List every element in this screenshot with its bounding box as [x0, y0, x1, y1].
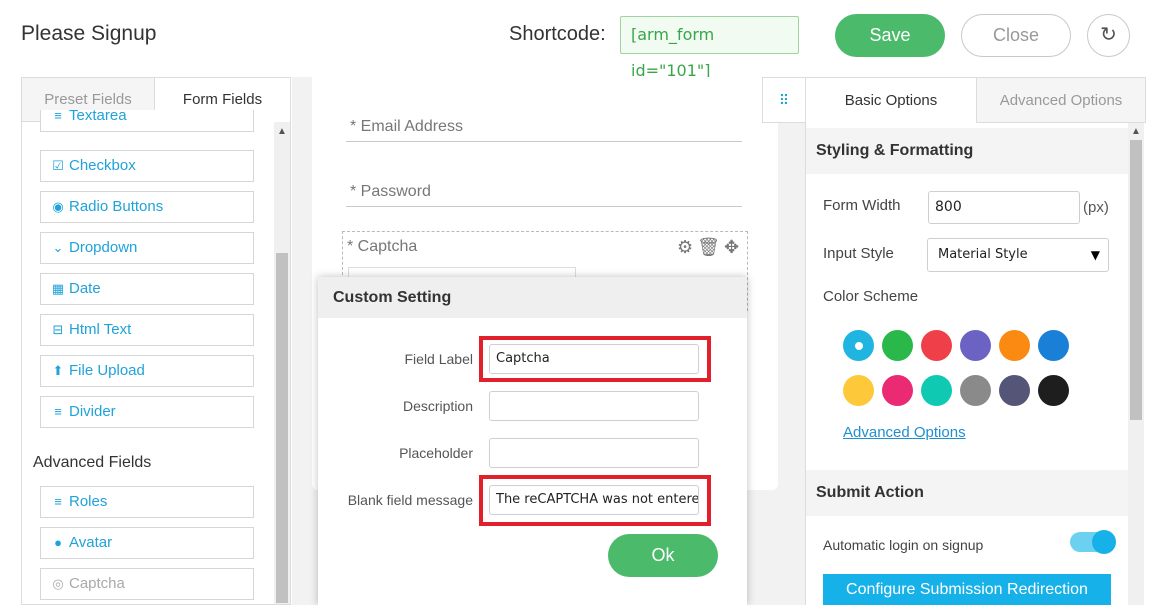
auto-login-label: Automatic login on signup [823, 537, 984, 553]
color-swatch[interactable] [882, 375, 913, 406]
color-swatch[interactable] [1038, 330, 1069, 361]
placeholder-label: Placeholder [399, 445, 473, 461]
selected-swatch-indicator [855, 342, 863, 350]
description-label: Description [402, 398, 473, 414]
shortcode-field[interactable]: [arm_form id="101"] [620, 16, 799, 80]
field-file-upload[interactable]: ⬆ File Upload [40, 355, 254, 387]
styling-heading: Styling & Formatting [806, 128, 1128, 174]
input-style-select[interactable]: Material Style ▼ [927, 238, 1109, 272]
placeholder-input[interactable] [489, 438, 699, 468]
password-underline [346, 206, 742, 207]
color-swatch[interactable] [921, 375, 952, 406]
color-scheme-label: Color Scheme [823, 288, 919, 305]
submit-action-heading: Submit Action [806, 470, 1128, 516]
description-input[interactable] [489, 391, 699, 421]
calendar-icon: ▦ [51, 281, 65, 296]
color-swatch[interactable] [960, 375, 991, 406]
tab-basic-options[interactable]: Basic Options [806, 77, 976, 123]
options-panel: Basic Options Advanced Options Styling &… [805, 77, 1146, 605]
field-avatar[interactable]: ● Avatar [40, 527, 254, 559]
avatar-icon: ● [54, 535, 62, 550]
panel-toggle-handle[interactable]: ⠿ [762, 77, 805, 123]
captcha-icon: ◎ [52, 576, 64, 591]
right-scrollbar-thumb[interactable] [1130, 140, 1142, 420]
ok-button[interactable]: Ok [608, 534, 718, 577]
upload-icon: ⬆ [52, 363, 64, 378]
page-title: Please Signup [21, 22, 157, 45]
field-divider[interactable]: ≡ Divider [40, 396, 254, 428]
fields-panel: Preset Fields Form Fields ≡ Textarea ☑ Che… [21, 77, 291, 605]
auto-login-toggle[interactable] [1070, 530, 1116, 554]
configure-redirection-button[interactable]: Configure Submission Redirection [823, 574, 1111, 605]
advanced-fields-heading: Advanced Fields [33, 454, 152, 471]
color-swatch[interactable] [1038, 375, 1069, 406]
reset-icon: ↻ [1100, 24, 1117, 46]
field-captcha[interactable]: ◎ Captcha [40, 568, 254, 600]
color-swatch[interactable] [999, 375, 1030, 406]
form-width-label: Form Width [823, 197, 901, 214]
custom-setting-popup: Custom Setting Field Label Captcha Descr… [318, 277, 747, 605]
textarea-icon: ≡ [54, 108, 62, 123]
field-radio-buttons[interactable]: ◉ Radio Buttons [40, 191, 254, 223]
email-underline [346, 141, 742, 142]
field-action-icons[interactable]: ⚙🗑✥ [677, 237, 743, 257]
roles-icon: ≡ [54, 494, 62, 509]
field-date[interactable]: ▦ Date [40, 273, 254, 305]
field-label-label: Field Label [404, 351, 474, 367]
form-width-unit: (px) [1083, 199, 1109, 216]
checkbox-icon: ☑ [52, 158, 64, 173]
field-html-text[interactable]: ⊟ Html Text [40, 314, 254, 346]
input-style-value: Material Style [938, 247, 1028, 262]
captcha-field-label: * Captcha [347, 238, 418, 255]
caret-down-icon: ▼ [1090, 248, 1100, 262]
field-dropdown[interactable]: ⌄ Dropdown [40, 232, 254, 264]
field-roles[interactable]: ≡ Roles [40, 486, 254, 518]
close-button[interactable]: Close [961, 14, 1071, 57]
color-swatch[interactable] [921, 330, 952, 361]
email-field-label[interactable]: * Email Address [350, 118, 463, 136]
shortcode-label: Shortcode: [509, 23, 606, 45]
drag-handle-icon: ⠿ [778, 92, 790, 108]
chevron-down-icon: ⌄ [52, 240, 64, 255]
blank-message-label: Blank field message [347, 492, 473, 508]
field-textarea[interactable]: ≡ Textarea [40, 108, 254, 132]
color-swatch[interactable] [999, 330, 1030, 361]
field-label-input[interactable]: Captcha [489, 344, 699, 374]
input-style-label: Input Style [823, 245, 894, 262]
scroll-up-icon[interactable]: ▲ [277, 126, 287, 137]
reset-button[interactable]: ↻ [1087, 14, 1130, 57]
color-swatch[interactable] [882, 330, 913, 361]
advanced-options-link[interactable]: Advanced Options [843, 424, 966, 441]
color-swatch[interactable] [843, 375, 874, 406]
radio-icon: ◉ [52, 199, 64, 214]
divider-icon: ≡ [54, 404, 62, 419]
tab-advanced-options[interactable]: Advanced Options [976, 77, 1146, 123]
scroll-up-icon[interactable]: ▲ [1131, 126, 1141, 137]
field-checkbox[interactable]: ☑ Checkbox [40, 150, 254, 182]
password-field-label[interactable]: * Password [350, 183, 431, 201]
toggle-knob [1092, 530, 1116, 554]
color-swatch[interactable] [960, 330, 991, 361]
blank-message-input[interactable]: The reCAPTCHA was not entered correctly [489, 485, 699, 515]
html-icon: ⊟ [52, 322, 64, 337]
field-actions[interactable]: ⚙🗑✥ [677, 237, 743, 258]
form-width-input[interactable]: 800 [928, 191, 1080, 224]
popup-title: Custom Setting [318, 277, 747, 318]
left-scrollbar-thumb[interactable] [276, 253, 288, 603]
save-button[interactable]: Save [835, 14, 945, 57]
